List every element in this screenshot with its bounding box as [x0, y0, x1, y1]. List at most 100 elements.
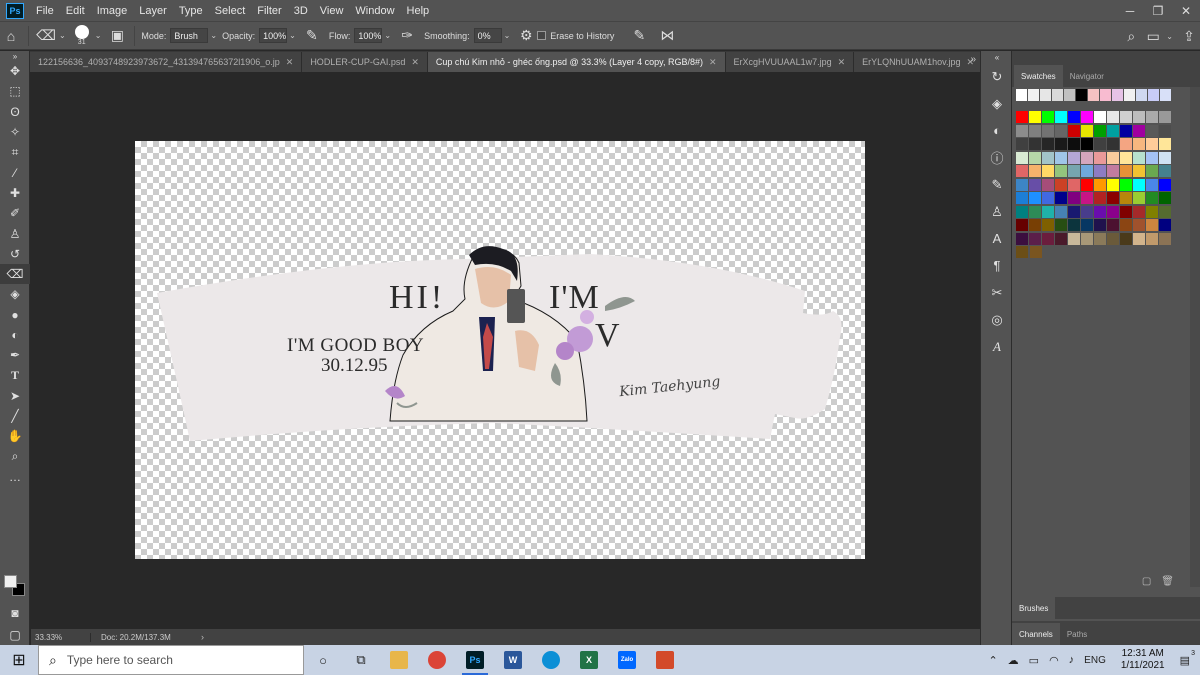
color-swatch[interactable]: [1064, 89, 1075, 101]
color-swatch[interactable]: [1094, 111, 1106, 123]
color-swatch[interactable]: [1052, 89, 1063, 101]
status-menu-arrow-icon[interactable]: ›: [201, 632, 204, 642]
color-swatch[interactable]: [1107, 138, 1119, 150]
windows-start-icon[interactable]: ⊞: [0, 645, 38, 675]
doc-tab[interactable]: 122156636_4093748923973672_4313947656372…: [30, 52, 303, 72]
word-icon[interactable]: W: [494, 645, 532, 675]
pressure-opacity-icon[interactable]: ✎: [301, 25, 323, 47]
eraser-tool-preset-icon[interactable]: ⌫: [35, 25, 57, 47]
delete-swatch-icon[interactable]: 🗑: [1161, 576, 1174, 587]
marquee-tool-icon[interactable]: ⬚: [0, 81, 30, 101]
foreground-color-swatch[interactable]: [4, 575, 17, 588]
color-swatch[interactable]: [1029, 178, 1041, 191]
document-canvas[interactable]: HI! I'M V I'M GOOD BOY 30.12.95 Kim Taeh…: [135, 141, 865, 559]
menu-image[interactable]: Image: [91, 5, 134, 17]
tab-channels[interactable]: Channels: [1012, 623, 1060, 645]
color-swatch[interactable]: [1133, 111, 1145, 123]
brush-settings-icon[interactable]: ▣: [106, 25, 128, 47]
color-swatch[interactable]: [1107, 165, 1119, 177]
home-icon[interactable]: ⌂: [0, 25, 22, 47]
color-swatch[interactable]: [1107, 111, 1119, 123]
share-icon[interactable]: ⇪: [1178, 26, 1200, 48]
color-swatch[interactable]: [1029, 124, 1041, 137]
color-swatch[interactable]: [1016, 151, 1028, 164]
color-swatch[interactable]: [1029, 111, 1041, 123]
search-icon[interactable]: ⌕: [1120, 26, 1142, 48]
tab-paths[interactable]: Paths: [1060, 623, 1094, 645]
color-swatch[interactable]: [1148, 89, 1159, 101]
app-icon[interactable]: [646, 645, 684, 675]
color-swatch[interactable]: [1146, 232, 1158, 245]
chevron-down-icon[interactable]: ⌄: [384, 31, 391, 40]
tool-presets-panel-icon[interactable]: ✂: [981, 279, 1013, 306]
layers-panel-icon[interactable]: ◈: [981, 90, 1013, 117]
color-swatch[interactable]: [1146, 192, 1158, 204]
tab-navigator[interactable]: Navigator: [1063, 65, 1111, 87]
color-swatch[interactable]: [1016, 192, 1028, 204]
color-swatch[interactable]: [1120, 151, 1132, 164]
color-swatch[interactable]: [1146, 138, 1158, 150]
color-swatch[interactable]: [1146, 124, 1158, 137]
color-swatch[interactable]: [1120, 219, 1132, 231]
color-swatch[interactable]: [1120, 124, 1132, 137]
color-swatch[interactable]: [1016, 165, 1028, 177]
chevron-down-icon[interactable]: ⌄: [210, 31, 217, 40]
color-swatch[interactable]: [1081, 165, 1093, 177]
color-swatch[interactable]: [1107, 219, 1119, 231]
info-panel-icon[interactable]: ⓘ: [981, 144, 1013, 171]
color-swatch[interactable]: [1016, 219, 1028, 231]
color-swatch[interactable]: [1042, 151, 1054, 164]
color-swatch[interactable]: [1094, 124, 1106, 137]
color-swatch[interactable]: [1081, 178, 1093, 191]
color-swatch[interactable]: [1159, 178, 1171, 191]
color-swatch[interactable]: [1055, 111, 1067, 123]
color-swatch[interactable]: [1042, 219, 1054, 231]
color-swatch[interactable]: [1076, 89, 1087, 101]
glyphs-panel-icon[interactable]: A: [981, 333, 1013, 360]
chevron-down-icon[interactable]: ⌄: [289, 31, 296, 40]
color-swatch[interactable]: [1029, 151, 1041, 164]
crop-tool-icon[interactable]: ⌗: [0, 142, 30, 162]
history-panel-icon[interactable]: ↻: [981, 63, 1013, 90]
collapse-icon[interactable]: «: [981, 51, 1013, 63]
color-swatch[interactable]: [1055, 138, 1067, 150]
menu-filter[interactable]: Filter: [251, 5, 287, 17]
color-swatch[interactable]: [1040, 89, 1051, 101]
color-swatch[interactable]: [1016, 124, 1028, 137]
color-swatch[interactable]: [1068, 111, 1080, 123]
hand-tool-icon[interactable]: ✋: [0, 426, 30, 446]
chevron-down-icon[interactable]: ⌄: [59, 31, 66, 40]
paragraph-panel-icon[interactable]: ¶: [981, 252, 1013, 279]
color-swatch[interactable]: [1120, 192, 1132, 204]
color-swatch[interactable]: [1042, 124, 1054, 137]
color-swatch[interactable]: [1094, 178, 1106, 191]
new-swatch-icon[interactable]: ▢: [1142, 576, 1151, 587]
color-swatch[interactable]: [1136, 89, 1147, 101]
color-swatch[interactable]: [1042, 192, 1054, 204]
adjustments-panel-icon[interactable]: ◐: [981, 117, 1013, 144]
color-swatch[interactable]: [1029, 232, 1041, 245]
opacity-input[interactable]: 100%: [259, 28, 288, 43]
color-swatch[interactable]: [1029, 165, 1041, 177]
panel-scrollbar[interactable]: [1190, 87, 1200, 587]
color-swatch[interactable]: [1133, 178, 1145, 191]
color-swatch[interactable]: [1120, 205, 1132, 218]
history-brush-tool-icon[interactable]: ↺: [0, 244, 30, 264]
close-icon[interactable]: ✕: [411, 57, 419, 68]
color-swatch[interactable]: [1159, 219, 1171, 231]
color-swatch[interactable]: [1016, 111, 1028, 123]
color-swatch[interactable]: [1094, 192, 1106, 204]
color-swatch[interactable]: [1112, 89, 1123, 101]
color-swatch[interactable]: [1042, 111, 1054, 123]
color-swatch[interactable]: [1146, 205, 1158, 218]
menu-file[interactable]: File: [30, 5, 60, 17]
close-icon[interactable]: ✕: [838, 57, 846, 68]
color-swatch[interactable]: [1160, 89, 1171, 101]
color-swatch[interactable]: [1055, 219, 1067, 231]
color-swatch[interactable]: [1159, 205, 1171, 218]
doc-tab[interactable]: HODLER-CUP-GAI.psd ✕: [302, 52, 428, 72]
move-tool-icon[interactable]: ✥: [0, 61, 30, 81]
chrome-icon[interactable]: [418, 645, 456, 675]
color-swatch[interactable]: [1120, 232, 1132, 245]
chevron-up-icon[interactable]: ⌃: [988, 654, 997, 667]
